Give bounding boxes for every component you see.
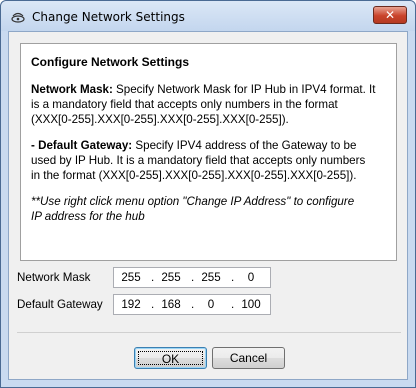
close-icon: ✕ bbox=[384, 8, 396, 22]
window-title: Change Network Settings bbox=[32, 10, 185, 24]
cancel-button[interactable]: Cancel bbox=[212, 347, 285, 369]
default-gateway-octet-1[interactable]: 192 bbox=[116, 298, 146, 311]
octet-separator: . bbox=[151, 298, 155, 311]
default-gateway-octet-4[interactable]: 100 bbox=[236, 298, 266, 311]
gw-text-line-3: in the format (XXX[0-255].XXX[0-255].XXX… bbox=[31, 169, 357, 182]
network-mask-octet-2[interactable]: 255 bbox=[156, 271, 186, 284]
info-panel: Configure Network Settings Network Mask:… bbox=[20, 43, 397, 261]
network-mask-term: Network Mask: bbox=[31, 83, 113, 96]
octet-separator: . bbox=[151, 271, 155, 284]
octet-separator: . bbox=[231, 298, 235, 311]
title-bar[interactable]: Change Network Settings ✕ bbox=[1, 1, 415, 31]
button-separator bbox=[17, 332, 401, 333]
cancel-button-label: Cancel bbox=[229, 351, 268, 365]
network-mask-octet-3[interactable]: 255 bbox=[196, 271, 226, 284]
right-click-note: **Use right click menu option "Change IP… bbox=[31, 194, 386, 224]
mask-text-line-2: is a mandatory field that accepts only n… bbox=[31, 98, 338, 111]
dialog-client-area: Configure Network Settings Network Mask:… bbox=[8, 31, 408, 380]
network-icon bbox=[11, 12, 25, 23]
dialog-window: Change Network Settings ✕ Configure Netw… bbox=[0, 0, 416, 388]
default-gateway-row: Default Gateway 192 . 168 . 0 . 100 bbox=[9, 294, 409, 316]
network-mask-description: Network Mask: Specify Network Mask for I… bbox=[31, 82, 386, 127]
mask-text-line-3: (XXX[0-255].XXX[0-255].XXX[0-255].XXX[0-… bbox=[31, 113, 289, 126]
octet-separator: . bbox=[191, 298, 195, 311]
network-mask-octet-4[interactable]: 0 bbox=[236, 271, 266, 284]
network-mask-row: Network Mask 255 . 255 . 255 . 0 bbox=[9, 267, 409, 289]
octet-separator: . bbox=[191, 271, 195, 284]
default-gateway-octet-3[interactable]: 0 bbox=[196, 298, 226, 311]
info-heading: Configure Network Settings bbox=[31, 55, 190, 69]
mask-text-line-1: Specify Network Mask for IP Hub in IPV4 … bbox=[112, 83, 376, 96]
ok-button[interactable]: OK bbox=[134, 347, 207, 369]
network-mask-label: Network Mask bbox=[17, 271, 91, 284]
note-line-2: IP address for the hub bbox=[31, 210, 145, 223]
gw-text-line-1: Specify IPV4 address of the Gateway to b… bbox=[132, 139, 357, 152]
close-button[interactable]: ✕ bbox=[373, 6, 407, 24]
default-gateway-term: Default Gateway: bbox=[38, 139, 133, 152]
network-mask-input[interactable]: 255 . 255 . 255 . 0 bbox=[113, 267, 271, 288]
network-mask-octet-1[interactable]: 255 bbox=[116, 271, 146, 284]
gw-text-line-2: used by IP Hub. It is a mandatory field … bbox=[31, 154, 366, 167]
default-gateway-octet-2[interactable]: 168 bbox=[156, 298, 186, 311]
default-gateway-description: - Default Gateway: Specify IPV4 address … bbox=[31, 138, 386, 183]
ok-button-label: OK bbox=[138, 351, 203, 366]
octet-separator: . bbox=[231, 271, 235, 284]
default-gateway-label: Default Gateway bbox=[17, 298, 103, 311]
note-line-1: **Use right click menu option "Change IP… bbox=[31, 195, 355, 208]
default-gateway-input[interactable]: 192 . 168 . 0 . 100 bbox=[113, 294, 271, 315]
